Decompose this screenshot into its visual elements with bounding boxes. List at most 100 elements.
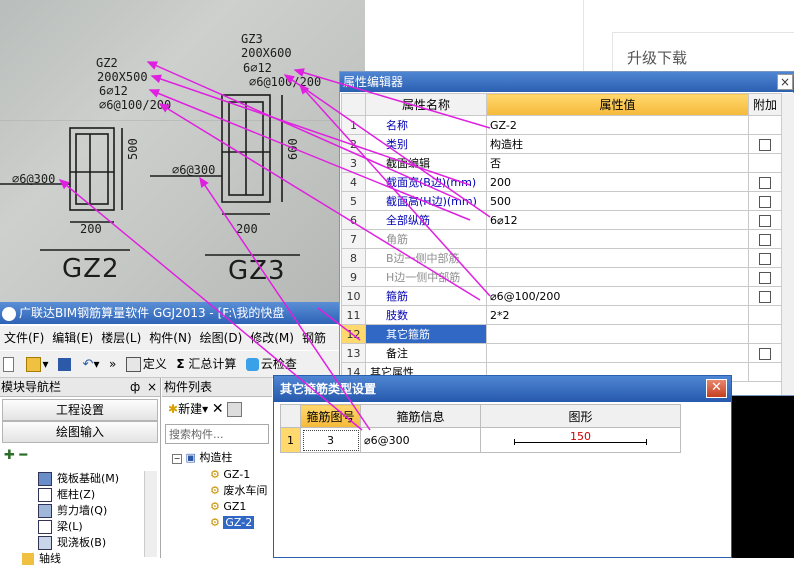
comp-title: 构件列表 [164, 380, 213, 394]
tree-root-gz[interactable]: − ▣ 构造柱 [172, 450, 232, 465]
dialog-close-button[interactable]: ✕ [706, 379, 727, 398]
property-row[interactable]: 2 类别 构造柱 [341, 134, 782, 154]
property-extra[interactable] [748, 229, 782, 249]
collapse-icon[interactable]: − [172, 454, 182, 464]
property-extra[interactable] [748, 286, 782, 306]
menu-rebar[interactable]: 钢筋 [298, 326, 330, 350]
column-sketch [0, 94, 300, 256]
drawing-input-button[interactable]: 绘图输入 [2, 421, 158, 443]
property-extra[interactable] [748, 305, 782, 325]
property-row[interactable]: 4 截面宽(B边)(mm) 200 [341, 172, 782, 192]
property-extra[interactable] [748, 267, 782, 287]
property-value[interactable]: 6⌀12 [486, 210, 749, 230]
property-name: 角筋 [365, 229, 487, 249]
property-extra[interactable] [748, 362, 782, 382]
expand-collapse-icons[interactable]: ✚ ━ [4, 448, 27, 463]
property-row[interactable]: 9 H边一侧中部筋 [341, 267, 782, 287]
row-number: 10 [341, 286, 366, 306]
new-component-button[interactable]: ✱新建▾ ✕ [168, 400, 244, 417]
property-extra[interactable] [748, 172, 782, 192]
property-extra[interactable] [748, 134, 782, 154]
save-button[interactable] [55, 351, 76, 377]
property-extra[interactable] [748, 210, 782, 230]
property-value[interactable] [486, 229, 749, 249]
nav-item-raft[interactable]: 筏板基础(M) [38, 471, 119, 487]
property-extra[interactable] [748, 153, 782, 173]
copy-icon[interactable] [227, 402, 243, 417]
extra-checkbox[interactable] [759, 138, 771, 151]
delete-icon[interactable]: ✕ [212, 401, 224, 417]
nav-scrollbar[interactable] [144, 471, 157, 557]
component-search-input[interactable]: 搜索构件... [165, 424, 269, 444]
nav-close-icon[interactable]: × [147, 378, 157, 396]
big-gz3: GZ3 [228, 256, 286, 286]
menu-edit[interactable]: 编辑(E) [48, 326, 97, 350]
extra-checkbox[interactable] [759, 271, 771, 284]
property-value[interactable]: 否 [486, 153, 749, 173]
nav-pin-icon[interactable]: ф [130, 378, 140, 396]
property-extra[interactable] [748, 248, 782, 268]
extra-checkbox[interactable] [759, 252, 771, 265]
property-row[interactable]: 12 其它箍筋 [341, 324, 782, 344]
property-row[interactable]: 7 角筋 [341, 229, 782, 249]
extra-checkbox[interactable] [759, 195, 771, 208]
tree-item-gz1[interactable]: ⚙ GZ1 [210, 499, 246, 514]
property-value[interactable] [486, 324, 749, 344]
extra-checkbox[interactable] [759, 290, 771, 303]
menu-file[interactable]: 文件(F) [0, 326, 48, 350]
project-settings-button[interactable]: 工程设置 [2, 399, 158, 421]
nav-item-frame-column[interactable]: 框柱(Z) [38, 487, 95, 503]
stirrup-shape-cell[interactable]: 150 [480, 427, 681, 453]
nav-item-beam[interactable]: 梁(L) [38, 519, 83, 535]
property-row[interactable]: 10 箍筋 ⌀6@100/200 [341, 286, 782, 306]
menu-modify[interactable]: 修改(M) [246, 326, 298, 350]
extra-checkbox[interactable] [759, 233, 771, 246]
property-value[interactable] [486, 267, 749, 287]
property-row[interactable]: 6 全部纵筋 6⌀12 [341, 210, 782, 230]
new-file-button[interactable] [0, 351, 19, 377]
extra-checkbox[interactable] [759, 347, 771, 360]
stirrup-number-cell[interactable]: 3 [300, 427, 361, 453]
menu-draw[interactable]: 绘图(D) [196, 326, 247, 350]
stirrup-table: 箍筋图号 箍筋信息 图形 1 3 ⌀6@300 150 [280, 404, 681, 453]
tree-item-gz-2[interactable]: ⚙ GZ-2 [210, 515, 255, 530]
property-value[interactable] [486, 248, 749, 268]
tree-item-gz-1[interactable]: ⚙ GZ-1 [210, 467, 250, 482]
property-row[interactable]: 8 B边一侧中部筋 [341, 248, 782, 268]
menu-component[interactable]: 构件(N) [145, 326, 195, 350]
property-value[interactable]: 500 [486, 191, 749, 211]
nav-item-slab[interactable]: 现浇板(B) [38, 535, 106, 551]
menu-floor[interactable]: 楼层(L) [97, 326, 145, 350]
nav-item-axis[interactable]: 轴线 [22, 551, 61, 567]
property-row[interactable]: 3 截面编辑否 [341, 153, 782, 173]
open-file-button[interactable]: ▾ [23, 351, 52, 377]
property-row[interactable]: 1 名称 GZ-2 [341, 115, 782, 135]
property-extra[interactable] [748, 343, 782, 363]
col-name-header: 属性名称 [365, 93, 487, 116]
property-extra[interactable] [748, 115, 782, 135]
property-value[interactable]: 2*2 [486, 305, 749, 325]
extra-checkbox[interactable] [759, 176, 771, 189]
property-value[interactable]: ⌀6@100/200 [486, 286, 749, 306]
property-extra[interactable] [748, 191, 782, 211]
define-button[interactable]: 定义 [123, 351, 170, 377]
undo-button[interactable]: ↶▾ [80, 351, 103, 377]
stirrup-info-cell[interactable]: ⌀6@300 [360, 427, 481, 453]
property-extra[interactable] [748, 324, 782, 344]
property-editor-close-icon[interactable]: × [777, 74, 793, 90]
nav-item-shear-wall[interactable]: 剪力墙(Q) [38, 503, 107, 519]
tree-item-wastewater[interactable]: ⚙ 废水车间 [210, 483, 267, 498]
property-row[interactable]: 11 肢数 2*2 [341, 305, 782, 325]
property-row[interactable]: 13 备注 [341, 343, 782, 363]
sum-calc-button[interactable]: Σ 汇总计算 [173, 351, 239, 377]
toolbar-more[interactable]: » [106, 351, 119, 377]
cloud-check-button[interactable]: 云检查 [243, 351, 300, 377]
extra-checkbox[interactable] [759, 214, 771, 227]
property-value[interactable]: 200 [486, 172, 749, 192]
property-scrollbar[interactable] [781, 93, 794, 395]
property-value[interactable]: GZ-2 [486, 115, 749, 135]
property-value[interactable]: 构造柱 [486, 134, 749, 154]
new-star-icon: ✱ [168, 402, 179, 416]
property-row[interactable]: 5 截面高(H边)(mm) 500 [341, 191, 782, 211]
property-value[interactable] [486, 343, 749, 363]
